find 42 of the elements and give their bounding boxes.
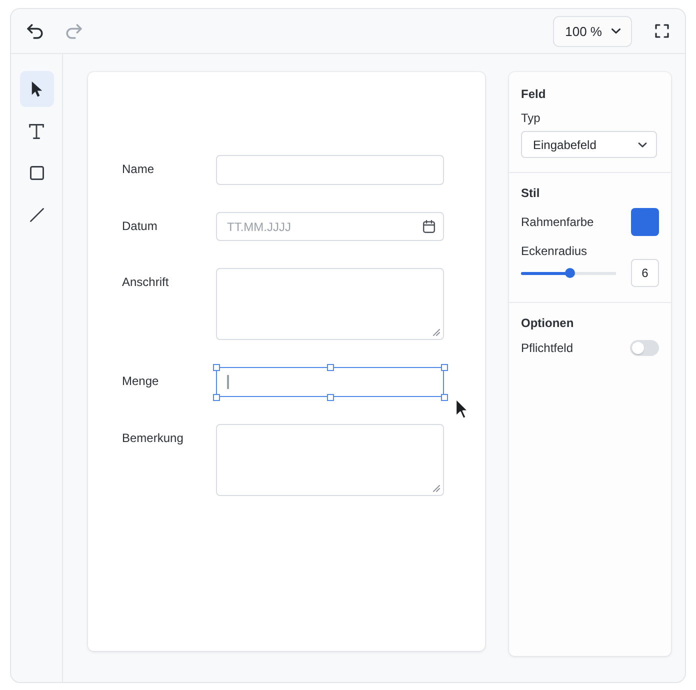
- pointer-icon: [30, 81, 42, 97]
- fullscreen-button[interactable]: [655, 24, 669, 38]
- undo-icon: [27, 24, 43, 38]
- resize-grip-icon[interactable]: [433, 329, 440, 336]
- chevron-down-icon: [611, 28, 621, 34]
- mouse-pointer-icon: [455, 398, 469, 420]
- section-heading: Feld: [521, 86, 546, 102]
- undo-button[interactable]: [27, 24, 43, 38]
- resize-handle[interactable]: [212, 364, 220, 370]
- slider-thumb[interactable]: [565, 268, 576, 278]
- number-input-field[interactable]: 6: [631, 259, 659, 287]
- date-input-field[interactable]: TT.MM.JJJJ: [216, 212, 444, 241]
- field-label: Eckenradius: [521, 244, 588, 259]
- line-icon: [30, 208, 44, 222]
- text-input-field[interactable]: [216, 367, 444, 397]
- field-label: Rahmenfarbe: [521, 214, 594, 230]
- field-label: Name: [122, 162, 154, 176]
- field-label: Datum: [122, 219, 158, 233]
- resize-grip-icon[interactable]: [433, 485, 440, 492]
- fullscreen-icon: [655, 24, 669, 38]
- color-swatch[interactable]: [631, 208, 659, 236]
- resize-handle[interactable]: [212, 394, 220, 400]
- redo-icon: [66, 24, 82, 38]
- resize-handle[interactable]: [440, 364, 448, 370]
- select-tool-button[interactable]: [20, 71, 54, 107]
- letter-t-icon: [29, 124, 44, 138]
- field-label: Bemerkung: [122, 431, 184, 445]
- type-select[interactable]: Eingabefeld: [521, 131, 657, 158]
- section-heading: Optionen: [521, 315, 574, 331]
- field-label: Anschrift: [122, 275, 169, 289]
- zoom-dropdown[interactable]: 100 %: [553, 16, 632, 46]
- section-heading: Stil: [521, 185, 540, 201]
- square-icon: [30, 166, 44, 180]
- field-label: Pflichtfeld: [521, 340, 574, 356]
- textarea-field[interactable]: [216, 424, 444, 496]
- textarea-field[interactable]: [216, 268, 444, 340]
- toggle-switch[interactable]: [630, 340, 659, 356]
- chevron-down-icon: [638, 142, 647, 148]
- resize-handle[interactable]: [326, 364, 334, 370]
- field-label: Typ: [521, 110, 540, 126]
- field-label: Menge: [122, 374, 159, 388]
- calendar-icon[interactable]: [423, 220, 435, 233]
